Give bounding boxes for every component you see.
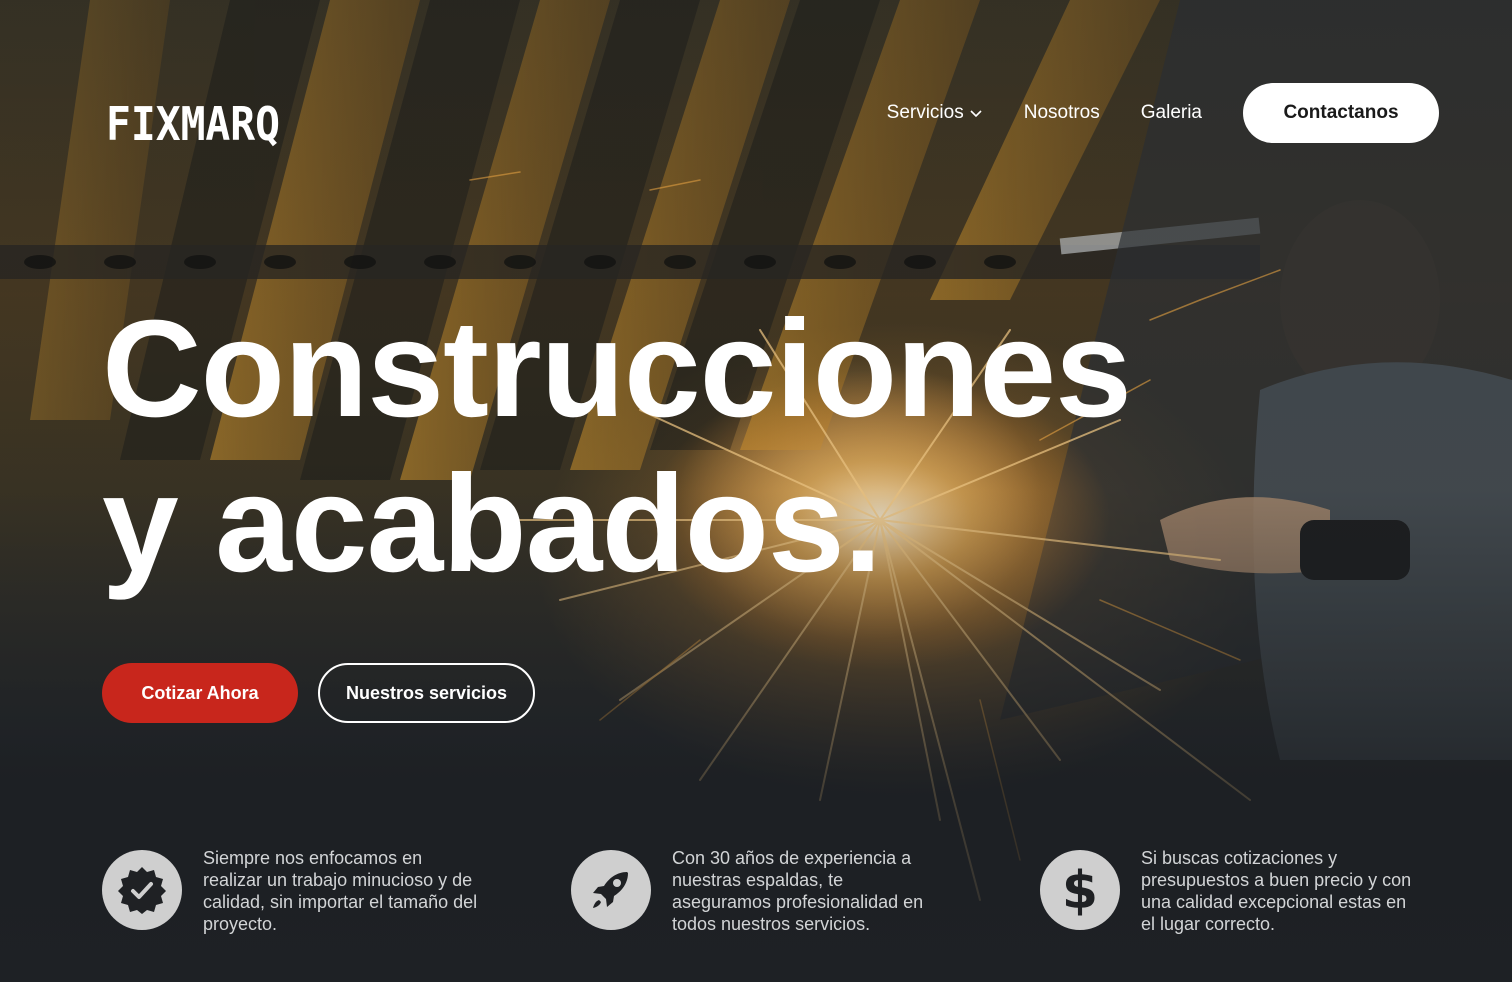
quote-now-button[interactable]: Cotizar Ahora bbox=[102, 663, 298, 723]
svg-text:$: $ bbox=[1062, 862, 1098, 918]
feature-price: $ Si buscas cotizaciones y presupuestos … bbox=[1040, 847, 1509, 935]
badge-check-icon bbox=[102, 850, 182, 930]
nav-item-label: Servicios bbox=[886, 102, 964, 123]
rocket-icon bbox=[571, 850, 651, 930]
hero-headline: Construcciones y acabados. bbox=[102, 292, 1132, 602]
contact-button[interactable]: Contactanos bbox=[1243, 83, 1439, 143]
nav-item-label: Nosotros bbox=[1023, 102, 1100, 123]
our-services-button[interactable]: Nuestros servicios bbox=[318, 663, 535, 723]
hero-cta-group: Cotizar Ahora Nuestros servicios bbox=[102, 663, 535, 723]
nav-item-nosotros[interactable]: Nosotros bbox=[1024, 102, 1100, 124]
headline-line-1: Construcciones bbox=[102, 292, 1132, 446]
brand-logo[interactable]: FIXMARQ bbox=[106, 94, 282, 150]
main-nav: Servicios Nosotros Galeria Contactanos bbox=[887, 83, 1439, 143]
dollar-icon: $ bbox=[1040, 850, 1120, 930]
nav-item-servicios[interactable]: Servicios bbox=[887, 102, 983, 124]
hero-section: FIXMARQ Servicios Nosotros Galeria Conta… bbox=[0, 0, 1512, 982]
nav-item-label: Galeria bbox=[1140, 102, 1202, 123]
nav-item-galeria[interactable]: Galeria bbox=[1141, 102, 1202, 124]
chevron-down-icon bbox=[970, 110, 982, 118]
feature-text: Con 30 años de experiencia a nuestras es… bbox=[672, 848, 924, 934]
feature-quality: Siempre nos enfocamos en realizar un tra… bbox=[102, 847, 571, 935]
feature-text: Siempre nos enfocamos en realizar un tra… bbox=[203, 848, 478, 934]
feature-text: Si buscas cotizaciones y presupuestos a … bbox=[1141, 848, 1412, 934]
features-row: Siempre nos enfocamos en realizar un tra… bbox=[102, 847, 1509, 935]
svg-text:FIXMARQ: FIXMARQ bbox=[106, 97, 280, 150]
feature-experience: Con 30 años de experiencia a nuestras es… bbox=[571, 847, 1040, 935]
headline-line-2: y acabados. bbox=[102, 447, 882, 601]
